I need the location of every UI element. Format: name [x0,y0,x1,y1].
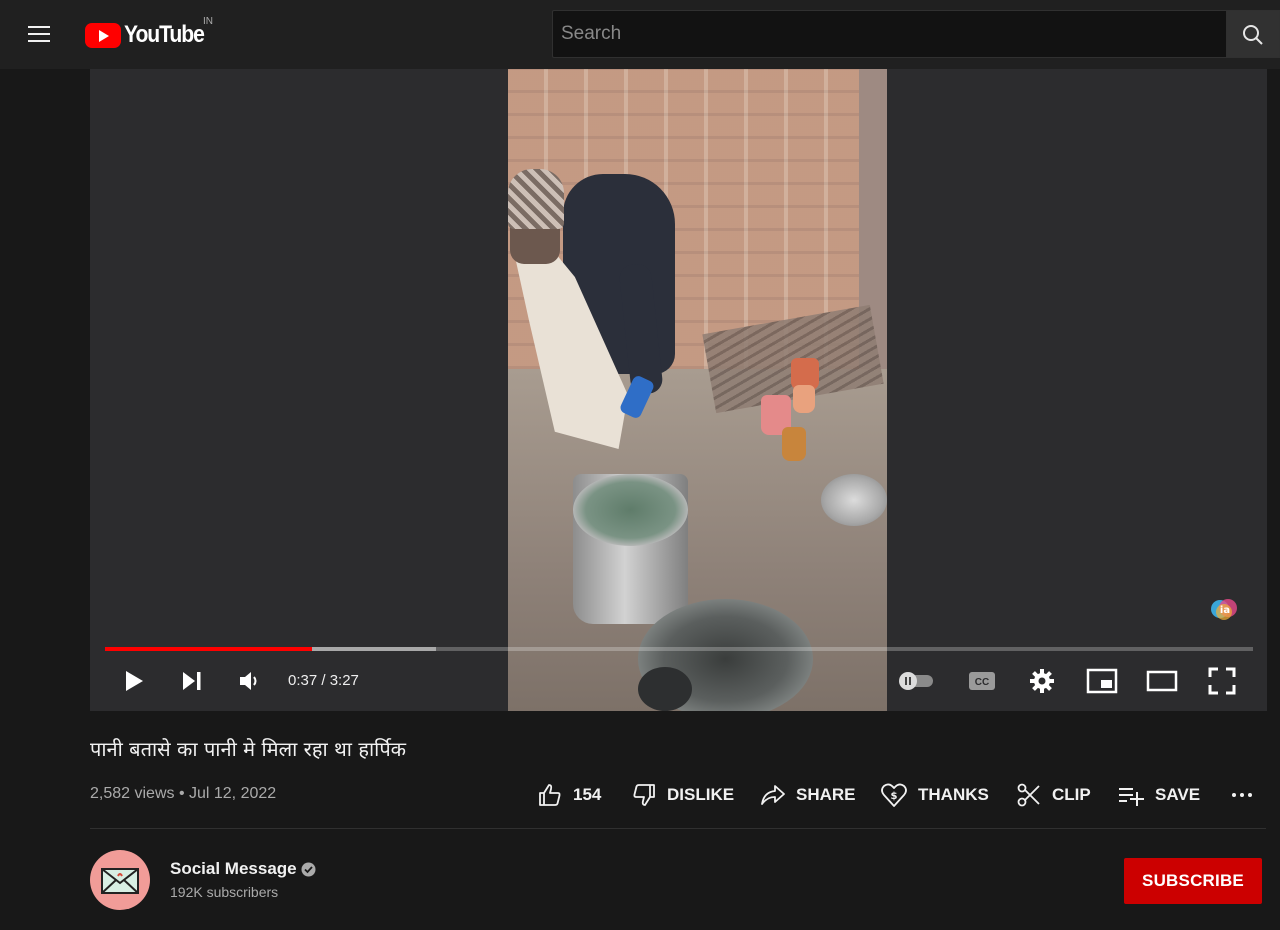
subscriber-count: 192K subscribers [170,884,279,900]
time-display: 0:37 / 3:27 [288,672,359,689]
save-button[interactable]: SAVE [1117,776,1200,814]
subscribe-button[interactable]: SUBSCRIBE [1124,858,1262,904]
clip-icon [1017,783,1040,807]
steel-plate [821,474,887,526]
more-icon [1232,793,1252,797]
autoplay-toggle-icon [899,672,933,690]
autoplay-toggle[interactable] [894,661,940,701]
clip-button[interactable]: CLIP [1016,776,1091,814]
search-box [552,10,1226,58]
logo-text: YouTube [124,21,205,48]
captions-icon: CC [969,672,995,690]
svg-text:$: $ [891,791,898,802]
svg-text:CC: CC [975,677,989,688]
progress-bar[interactable] [105,647,1253,651]
video-player[interactable]: ia 0:37 / 3:27 CC [90,69,1267,711]
channel-name[interactable]: Social Message [170,859,297,879]
video-frame[interactable] [508,69,887,711]
country-code: IN [203,16,213,27]
bucket-water [573,474,688,546]
share-icon [761,785,785,805]
fullscreen-button[interactable] [1202,661,1242,701]
channel-avatar[interactable] [90,850,150,910]
theater-mode-button[interactable] [1142,661,1182,701]
video-meta: 2,582 views • Jul 12, 2022 [90,785,277,802]
dislike-button[interactable]: DISLIKE [631,776,734,814]
youtube-logo[interactable]: YouTube IN [85,16,215,51]
like-button[interactable]: 154 [537,776,601,814]
next-icon [183,672,201,690]
menu-icon[interactable] [22,20,58,48]
save-label: SAVE [1155,785,1201,804]
youtube-logo-icon [85,22,121,48]
volume-button[interactable] [233,661,265,701]
play-icon [126,671,143,691]
jar [782,427,806,461]
channel-watermark-icon[interactable]: ia [1208,596,1242,622]
search-button[interactable] [1226,10,1280,58]
svg-text:ia: ia [1220,605,1230,616]
search-input[interactable] [553,11,1226,57]
video-title: पानी बतासे का पानी मे मिला रहा था हार्पि… [90,737,407,761]
fullscreen-icon [1208,667,1236,695]
settings-button[interactable] [1022,661,1062,701]
thanks-button[interactable]: $ THANKS [880,776,989,814]
thanks-icon: $ [881,783,907,807]
save-icon [1119,788,1144,806]
more-button[interactable] [1230,776,1254,814]
progress-played [105,647,312,651]
miniplayer-button[interactable] [1082,661,1122,701]
clip-label: CLIP [1052,785,1091,804]
next-button[interactable] [176,661,208,701]
player-controls: 0:37 / 3:27 CC [90,661,1267,701]
jar [793,385,815,413]
verified-icon [301,862,316,877]
like-count: 154 [573,785,602,804]
settings-icon [1030,669,1054,693]
volume-icon [240,672,257,690]
dislike-label: DISLIKE [667,785,735,804]
share-button[interactable]: SHARE [760,776,856,814]
miniplayer-icon [1086,668,1118,694]
theater-icon [1146,670,1178,692]
divider [90,828,1266,829]
top-bar: YouTube IN [0,0,1280,69]
thanks-label: THANKS [918,785,989,804]
envelope-icon [101,868,139,894]
person-cap [508,169,564,229]
play-button[interactable] [118,661,150,701]
captions-button[interactable]: CC [962,661,1002,701]
like-icon [539,784,561,806]
dislike-icon [633,784,655,806]
search-icon [1243,25,1263,45]
share-label: SHARE [796,785,856,804]
